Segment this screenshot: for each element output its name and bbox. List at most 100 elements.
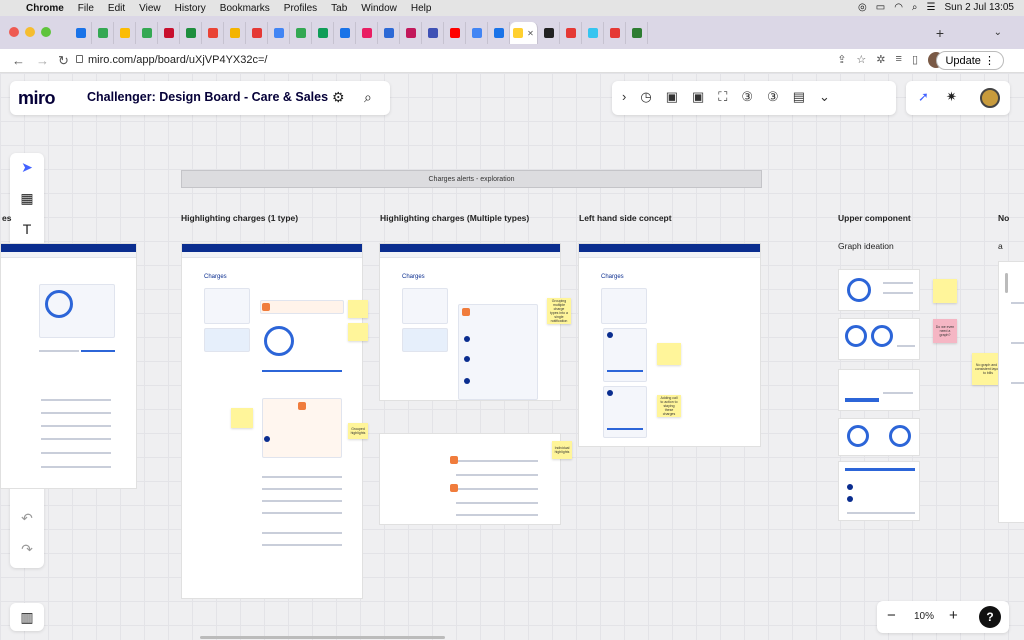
menu-file[interactable]: File [78, 3, 94, 14]
menu-bookmarks[interactable]: Bookmarks [220, 3, 270, 14]
browser-tab[interactable] [202, 22, 224, 44]
section-title-multiple[interactable]: Highlighting charges (Multiple types) [380, 213, 529, 223]
redo-icon[interactable]: ↷ [10, 541, 44, 558]
reading-list-icon[interactable]: ≡ [896, 53, 902, 66]
browser-tab[interactable] [378, 22, 400, 44]
active-browser-tab[interactable]: ✕ [510, 22, 538, 44]
browser-tab[interactable] [246, 22, 268, 44]
browser-tab[interactable] [356, 22, 378, 44]
browser-tab[interactable] [626, 22, 648, 44]
celebrate-icon[interactable]: ✷ [946, 89, 957, 105]
browser-tab[interactable] [92, 22, 114, 44]
zoom-out-button[interactable]: − [887, 607, 896, 624]
battery-icon[interactable]: ▭ [876, 2, 885, 13]
sidepanel-icon[interactable]: ▯ [912, 53, 918, 66]
undo-icon[interactable]: ↶ [10, 510, 44, 527]
mockup-frame[interactable] [838, 269, 920, 311]
select-tool-icon[interactable]: ➤ [10, 159, 44, 176]
sticky-note[interactable] [933, 279, 957, 303]
sticky-note[interactable] [657, 343, 681, 365]
mockup-frame[interactable] [998, 261, 1024, 523]
board-name[interactable]: Challenger: Design Board - Care & Sales [87, 90, 328, 104]
section-title-upper[interactable]: Upper component [838, 213, 911, 223]
card-plus-icon[interactable]: ▣ [692, 89, 704, 105]
browser-tab[interactable] [582, 22, 604, 44]
edge-label[interactable]: a [998, 241, 1003, 251]
menu-help[interactable]: Help [411, 3, 432, 14]
section-title-left-hand[interactable]: Left hand side concept [579, 213, 672, 223]
zoom-level[interactable]: 10% [914, 611, 934, 622]
mockup-frame[interactable]: Charges [379, 243, 561, 401]
mockup-frame[interactable] [838, 369, 920, 411]
menu-edit[interactable]: Edit [108, 3, 125, 14]
menu-tab[interactable]: Tab [331, 3, 347, 14]
browser-tab[interactable] [422, 22, 444, 44]
wifi-icon[interactable]: ◠ [894, 2, 903, 13]
mockup-frame[interactable] [379, 433, 561, 525]
horizontal-scrollbar[interactable] [200, 636, 445, 639]
chevron-down-icon[interactable]: ⌄ [819, 89, 830, 105]
forward-icon[interactable]: → [36, 53, 49, 68]
browser-tab[interactable] [268, 22, 290, 44]
text-tool-icon[interactable]: T [10, 221, 44, 237]
reload-icon[interactable]: ↻ [58, 53, 69, 69]
browser-tab[interactable] [538, 22, 560, 44]
search-icon[interactable]: ⌕ [912, 2, 918, 13]
browser-tab[interactable] [136, 22, 158, 44]
menu-window[interactable]: Window [361, 3, 397, 14]
graph-ideation-label[interactable]: Graph ideation [838, 241, 894, 251]
browser-tab[interactable] [224, 22, 246, 44]
chevron-right-icon[interactable]: › [622, 89, 626, 105]
lock-icon[interactable] [76, 55, 83, 63]
close-window-button[interactable] [9, 27, 19, 37]
mockup-frame[interactable] [0, 243, 137, 489]
sticky-note[interactable] [348, 300, 368, 318]
focus-icon[interactable]: ⛶ [718, 89, 727, 105]
sticky-note[interactable]: Do we even need a graph? [933, 319, 957, 343]
browser-tab[interactable] [114, 22, 136, 44]
browser-tab[interactable] [334, 22, 356, 44]
browser-tab[interactable] [488, 22, 510, 44]
browser-tab[interactable] [158, 22, 180, 44]
sticky-note[interactable]: Grouping multiple charge types into a si… [547, 298, 571, 324]
section-banner[interactable]: Charges alerts - exploration [181, 170, 762, 188]
url-field[interactable]: miro.com/app/board/uXjVP4YX32c=/ [88, 54, 267, 66]
tab-search-icon[interactable]: ⌄ [994, 27, 1002, 38]
back-icon[interactable]: ← [12, 53, 25, 68]
browser-tab[interactable] [400, 22, 422, 44]
sticky-note[interactable] [231, 408, 253, 428]
card-icon[interactable]: ▣ [666, 89, 678, 105]
browser-tab[interactable] [560, 22, 582, 44]
menu-profiles[interactable]: Profiles [284, 3, 317, 14]
browser-tab[interactable] [180, 22, 202, 44]
miro-logo[interactable]: miro [18, 88, 56, 109]
status-icon[interactable]: ◎ [858, 2, 867, 13]
close-tab-icon[interactable]: ✕ [527, 29, 534, 38]
browser-tab[interactable] [290, 22, 312, 44]
mockup-frame[interactable] [838, 318, 920, 360]
menu-history[interactable]: History [175, 3, 206, 14]
cursor-arrow-icon[interactable]: ➚ [918, 89, 929, 105]
app-three-icon[interactable]: ③ [741, 89, 753, 105]
browser-tab[interactable] [466, 22, 488, 44]
sticky-note[interactable]: Grouped highlights [348, 423, 368, 439]
minimize-window-button[interactable] [25, 27, 35, 37]
section-title-partial[interactable]: es [2, 213, 11, 223]
maximize-window-button[interactable] [41, 27, 51, 37]
section-title-edge[interactable]: No [998, 213, 1009, 223]
extensions-icon[interactable]: ✲ [876, 53, 885, 66]
notes-icon[interactable]: ▤ [793, 89, 805, 105]
share-icon[interactable]: ⇪ [837, 53, 846, 66]
sidebar-toggle-icon[interactable]: ▥ [10, 609, 44, 626]
help-button[interactable]: ? [979, 606, 1001, 628]
mockup-frame[interactable]: Charges [181, 243, 363, 599]
control-center-icon[interactable]: ☰ [927, 2, 936, 13]
sticky-note[interactable] [348, 323, 368, 341]
timer-icon[interactable]: ◷ [640, 89, 651, 105]
mockup-frame[interactable] [838, 418, 920, 456]
board-canvas[interactable]: miro Challenger: Design Board - Care & S… [0, 73, 1024, 640]
menu-app-name[interactable]: Chrome [26, 3, 64, 14]
new-tab-button[interactable]: + [936, 25, 944, 41]
browser-tab[interactable] [312, 22, 334, 44]
browser-tab[interactable] [444, 22, 466, 44]
